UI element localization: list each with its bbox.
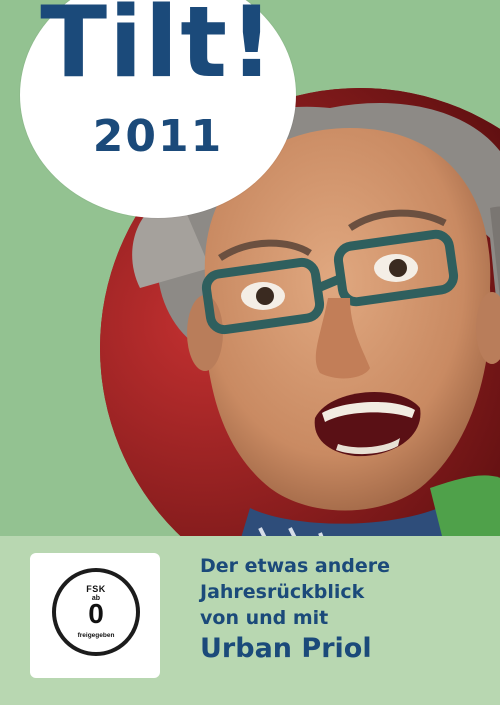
fsk-ring-icon: FSK ab 0 freigegeben — [52, 568, 140, 656]
tagline-line-2: Jahresrückblick — [200, 581, 365, 603]
tagline-line-1: Der etwas andere — [200, 555, 390, 577]
tagline-line-3: von und mit — [200, 607, 329, 629]
tagline: Der etwas andere Jahresrückblick von und… — [200, 553, 490, 666]
performer-name: Urban Priol — [200, 633, 372, 664]
cover-title: Tilt! — [40, 0, 276, 100]
cover-year: 2011 — [92, 111, 224, 162]
fsk-label: FSK — [86, 584, 106, 594]
fsk-rating-badge: FSK ab 0 freigegeben — [30, 553, 160, 678]
fsk-note: freigegeben — [77, 632, 115, 639]
dvd-cover: Tilt! 2011 FSK ab 0 freigegeben Der etwa… — [0, 0, 500, 705]
fsk-age: 0 — [88, 598, 104, 629]
